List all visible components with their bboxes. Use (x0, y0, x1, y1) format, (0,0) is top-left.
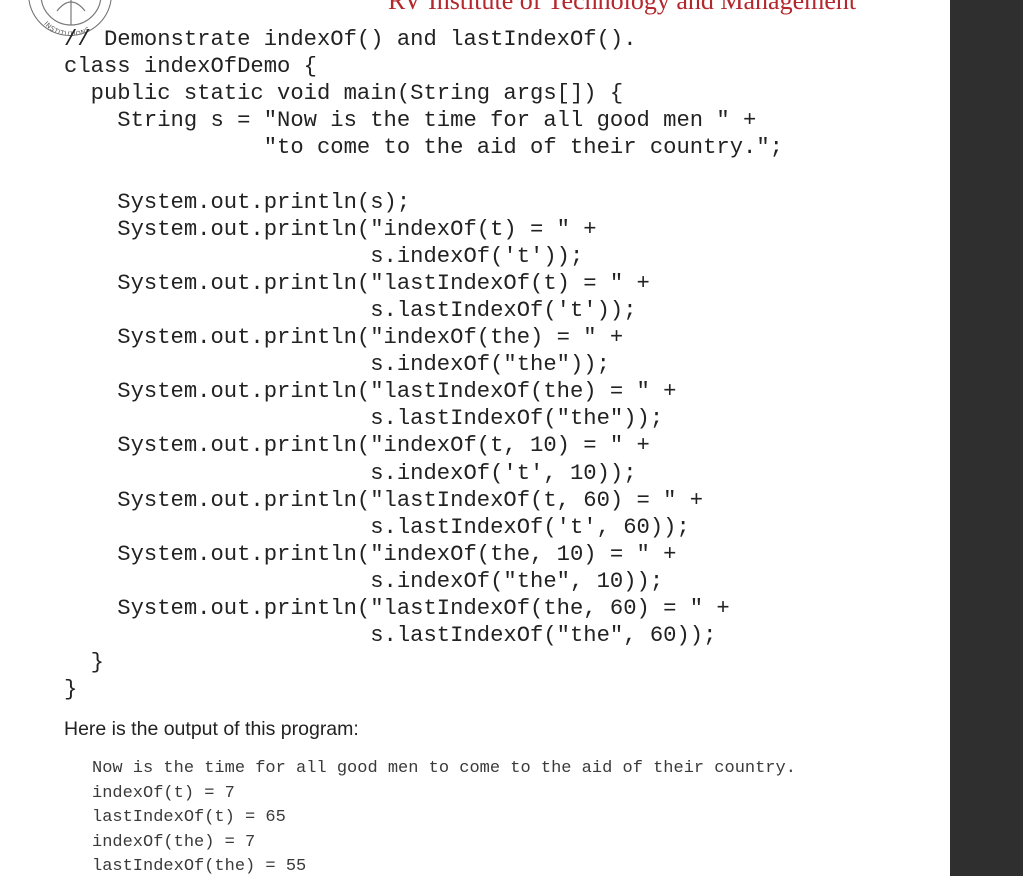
program-output: Now is the time for all good men to come… (92, 757, 796, 876)
institute-name: RV Institute of Technology and Managemen… (388, 0, 857, 15)
code-line: public static void main(String args[]) { (64, 81, 624, 107)
code-line: // Demonstrate indexOf() and lastIndexOf… (64, 27, 637, 52)
code-line: s.indexOf("the")); (64, 352, 610, 378)
code-line: String s = "Now is the time for all good… (64, 108, 757, 134)
output-line: indexOf(t) = 7 (92, 783, 235, 803)
code-line: "to come to the aid of their country."; (64, 135, 783, 161)
code-line: s.lastIndexOf('t', 60)); (64, 514, 690, 540)
output-line: indexOf(the) = 7 (92, 832, 256, 852)
code-line: System.out.println("lastIndexOf(t) = " + (64, 270, 650, 296)
code-line: s.lastIndexOf("the")); (64, 406, 664, 432)
code-line: } (64, 677, 78, 703)
code-line: s.indexOf('t')); (64, 243, 584, 269)
code-line: System.out.println(s); (64, 189, 411, 215)
code-line: System.out.println("indexOf(the) = " + (64, 325, 624, 351)
code-line: System.out.println("lastIndexOf(the) = "… (64, 379, 677, 405)
code-line: s.indexOf('t', 10)); (64, 460, 637, 486)
code-line: System.out.println("lastIndexOf(the, 60)… (64, 595, 730, 621)
output-caption: Here is the output of this program: (64, 718, 359, 740)
code-line: System.out.println("lastIndexOf(t, 60) =… (64, 487, 704, 513)
code-line: s.lastIndexOf('t')); (64, 297, 637, 323)
output-line: lastIndexOf(the) = 55 (92, 857, 307, 876)
code-line: class indexOfDemo { (64, 54, 317, 80)
output-line: Now is the time for all good men to come… (92, 759, 796, 778)
code-block: // Demonstrate indexOf() and lastIndexOf… (64, 26, 783, 703)
output-line: lastIndexOf(t) = 65 (92, 808, 286, 827)
slide: INSTITUTIONS RV Institute of Technology … (0, 0, 950, 876)
code-line: System.out.println("indexOf(t) = " + (64, 216, 597, 242)
side-panel (950, 0, 1023, 876)
code-line: System.out.println("indexOf(t, 10) = " + (64, 433, 650, 459)
code-line: s.lastIndexOf("the", 60)); (64, 623, 717, 649)
code-line: s.indexOf("the", 10)); (64, 568, 664, 594)
code-line: } (64, 650, 104, 676)
code-line: System.out.println("indexOf(the, 10) = "… (64, 541, 677, 567)
